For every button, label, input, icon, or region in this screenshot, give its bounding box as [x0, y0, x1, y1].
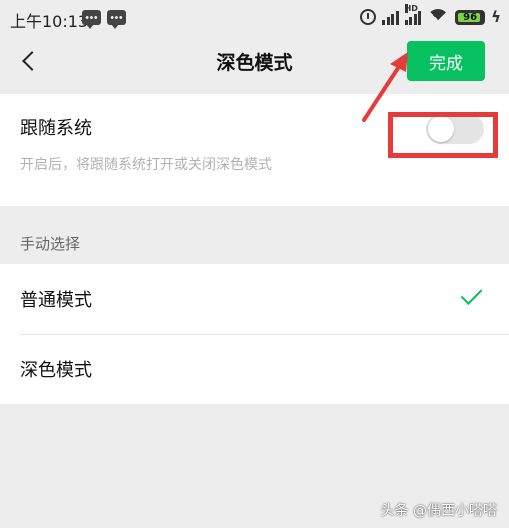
- follow-system-title: 跟随系统: [20, 118, 92, 139]
- signal-hd-label: HD: [404, 4, 418, 13]
- mode-option-normal[interactable]: 普通模式: [0, 264, 509, 334]
- battery-level: 96: [463, 11, 478, 23]
- nav-bar: 深色模式 完成: [0, 36, 509, 88]
- status-time: 上午10:13: [10, 12, 89, 31]
- alarm-icon: [360, 9, 377, 25]
- follow-system-description: 开启后，将跟随系统打开或关闭深色模式: [20, 157, 272, 173]
- chat-icon: [82, 10, 101, 29]
- notification-icons: [82, 10, 126, 29]
- status-indicators: HD 96 ϟ: [360, 4, 501, 28]
- done-button[interactable]: 完成: [407, 41, 485, 81]
- manual-section-label: 手动选择: [20, 235, 81, 253]
- mode-list: 普通模式 深色模式: [0, 264, 509, 404]
- wifi-icon: [427, 9, 450, 25]
- mode-option-dark[interactable]: 深色模式: [0, 334, 509, 404]
- signal-icon: [382, 9, 399, 25]
- follow-system-toggle[interactable]: [426, 114, 484, 144]
- battery-icon: 96: [455, 9, 486, 25]
- charging-icon: ϟ: [491, 8, 501, 26]
- toggle-knob: [428, 116, 454, 142]
- follow-system-section: 跟随系统 开启后，将跟随系统打开或关闭深色模式: [0, 94, 509, 206]
- check-icon: [460, 283, 483, 305]
- mode-option-label: 普通模式: [20, 290, 92, 311]
- signal-hd-icon: HD: [404, 4, 422, 25]
- status-bar: 上午10:13 HD 96 ϟ: [0, 0, 509, 36]
- watermark: 头条 @偶西小嗒嗒: [380, 503, 497, 519]
- mode-option-label: 深色模式: [20, 360, 92, 381]
- chat-icon: [107, 10, 126, 29]
